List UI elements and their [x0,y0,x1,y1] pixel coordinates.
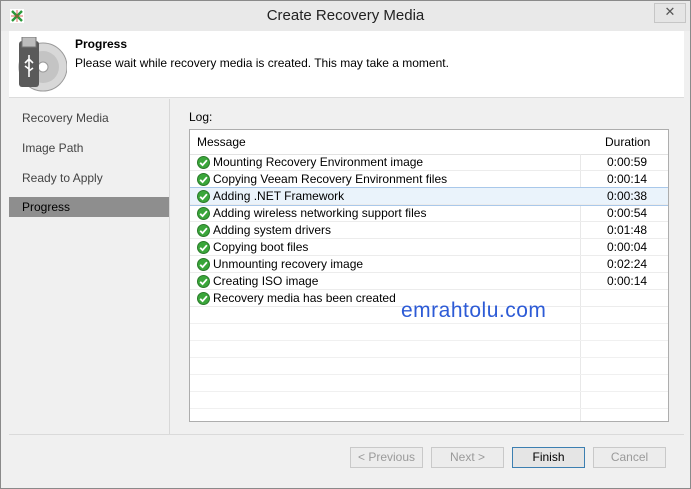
success-check-icon [197,156,210,169]
window-title: Create Recovery Media [266,7,425,24]
log-row-duration: 0:00:59 [607,155,648,169]
sidebar-item-progress[interactable]: Progress [9,197,169,217]
log-row-duration: 0:00:38 [607,189,648,203]
log-table[interactable]: Message Duration Mounting Recovery Envir… [189,129,669,422]
log-row-message: Adding wireless networking support files [213,206,427,220]
success-check-icon [197,275,210,288]
close-icon: ✕ [664,4,676,19]
previous-button[interactable]: < Previous [350,447,423,468]
finish-button[interactable]: Finish [512,447,585,468]
success-check-icon [197,258,210,271]
log-row-message: Copying boot files [213,240,309,254]
main-content: Log: Message Duration Mounting Recovery … [171,99,684,434]
empty-row [190,375,668,392]
log-row-duration: 0:02:24 [607,257,648,271]
next-button[interactable]: Next > [431,447,504,468]
log-row-message: Copying Veeam Recovery Environment files [213,172,448,186]
log-row-message: Adding .NET Framework [213,189,345,203]
empty-row [190,392,668,409]
step-title: Progress [75,37,128,51]
empty-row [190,324,668,341]
log-row[interactable]: Adding system drivers 0:01:48 [190,222,668,239]
log-row[interactable]: Adding .NET Framework 0:00:38 [190,187,668,206]
log-table-header: Message Duration [190,130,668,155]
log-row-message: Recovery media has been created [213,291,396,305]
log-row-duration: 0:01:48 [607,223,648,237]
log-row-message: Unmounting recovery image [213,257,364,271]
cancel-button[interactable]: Cancel [593,447,666,468]
column-header-duration[interactable]: Duration [605,135,650,149]
dialog-window: Create Recovery Media ✕ Progress Please … [0,0,691,489]
column-header-message[interactable]: Message [197,135,246,149]
footer-divider [9,434,684,435]
success-check-icon [197,173,210,186]
watermark-text: emrahtolu.com [401,299,547,322]
success-check-icon [197,207,210,220]
success-check-icon [197,241,210,254]
success-check-icon [197,224,210,237]
log-row-duration: 0:00:14 [607,172,648,186]
log-row-duration: 0:00:04 [607,240,648,254]
close-button[interactable]: ✕ [654,3,686,23]
log-label: Log: [189,110,213,124]
log-row-message: Adding system drivers [213,223,332,237]
wizard-header: Progress Please wait while recovery medi… [9,31,684,98]
success-check-icon [197,292,210,305]
log-row[interactable]: Unmounting recovery image 0:02:24 [190,256,668,273]
success-check-icon [197,190,210,203]
empty-row [190,341,668,358]
log-row-message: Creating ISO image [213,274,319,288]
wizard-steps-sidebar: Recovery Media Image Path Ready to Apply… [9,99,170,434]
usb-disc-icon [18,37,67,92]
log-row-duration: 0:00:14 [607,274,648,288]
log-row[interactable]: Copying boot files 0:00:04 [190,239,668,256]
log-row[interactable]: Mounting Recovery Environment image 0:00:… [190,154,668,171]
title-bar: Create Recovery Media ✕ [1,1,690,31]
log-row[interactable]: Adding wireless networking support files… [190,205,668,222]
log-row-message: Mounting Recovery Environment image [213,155,424,169]
sidebar-item-image-path[interactable]: Image Path [9,138,169,158]
sidebar-item-ready-to-apply[interactable]: Ready to Apply [9,168,169,188]
log-row[interactable]: Copying Veeam Recovery Environment files… [190,171,668,188]
empty-row [190,358,668,375]
sidebar-item-recovery-media[interactable]: Recovery Media [9,108,169,128]
log-row-duration: 0:00:54 [607,206,648,220]
log-row[interactable]: Creating ISO image 0:00:14 [190,273,668,290]
step-description: Please wait while recovery media is crea… [75,56,449,70]
